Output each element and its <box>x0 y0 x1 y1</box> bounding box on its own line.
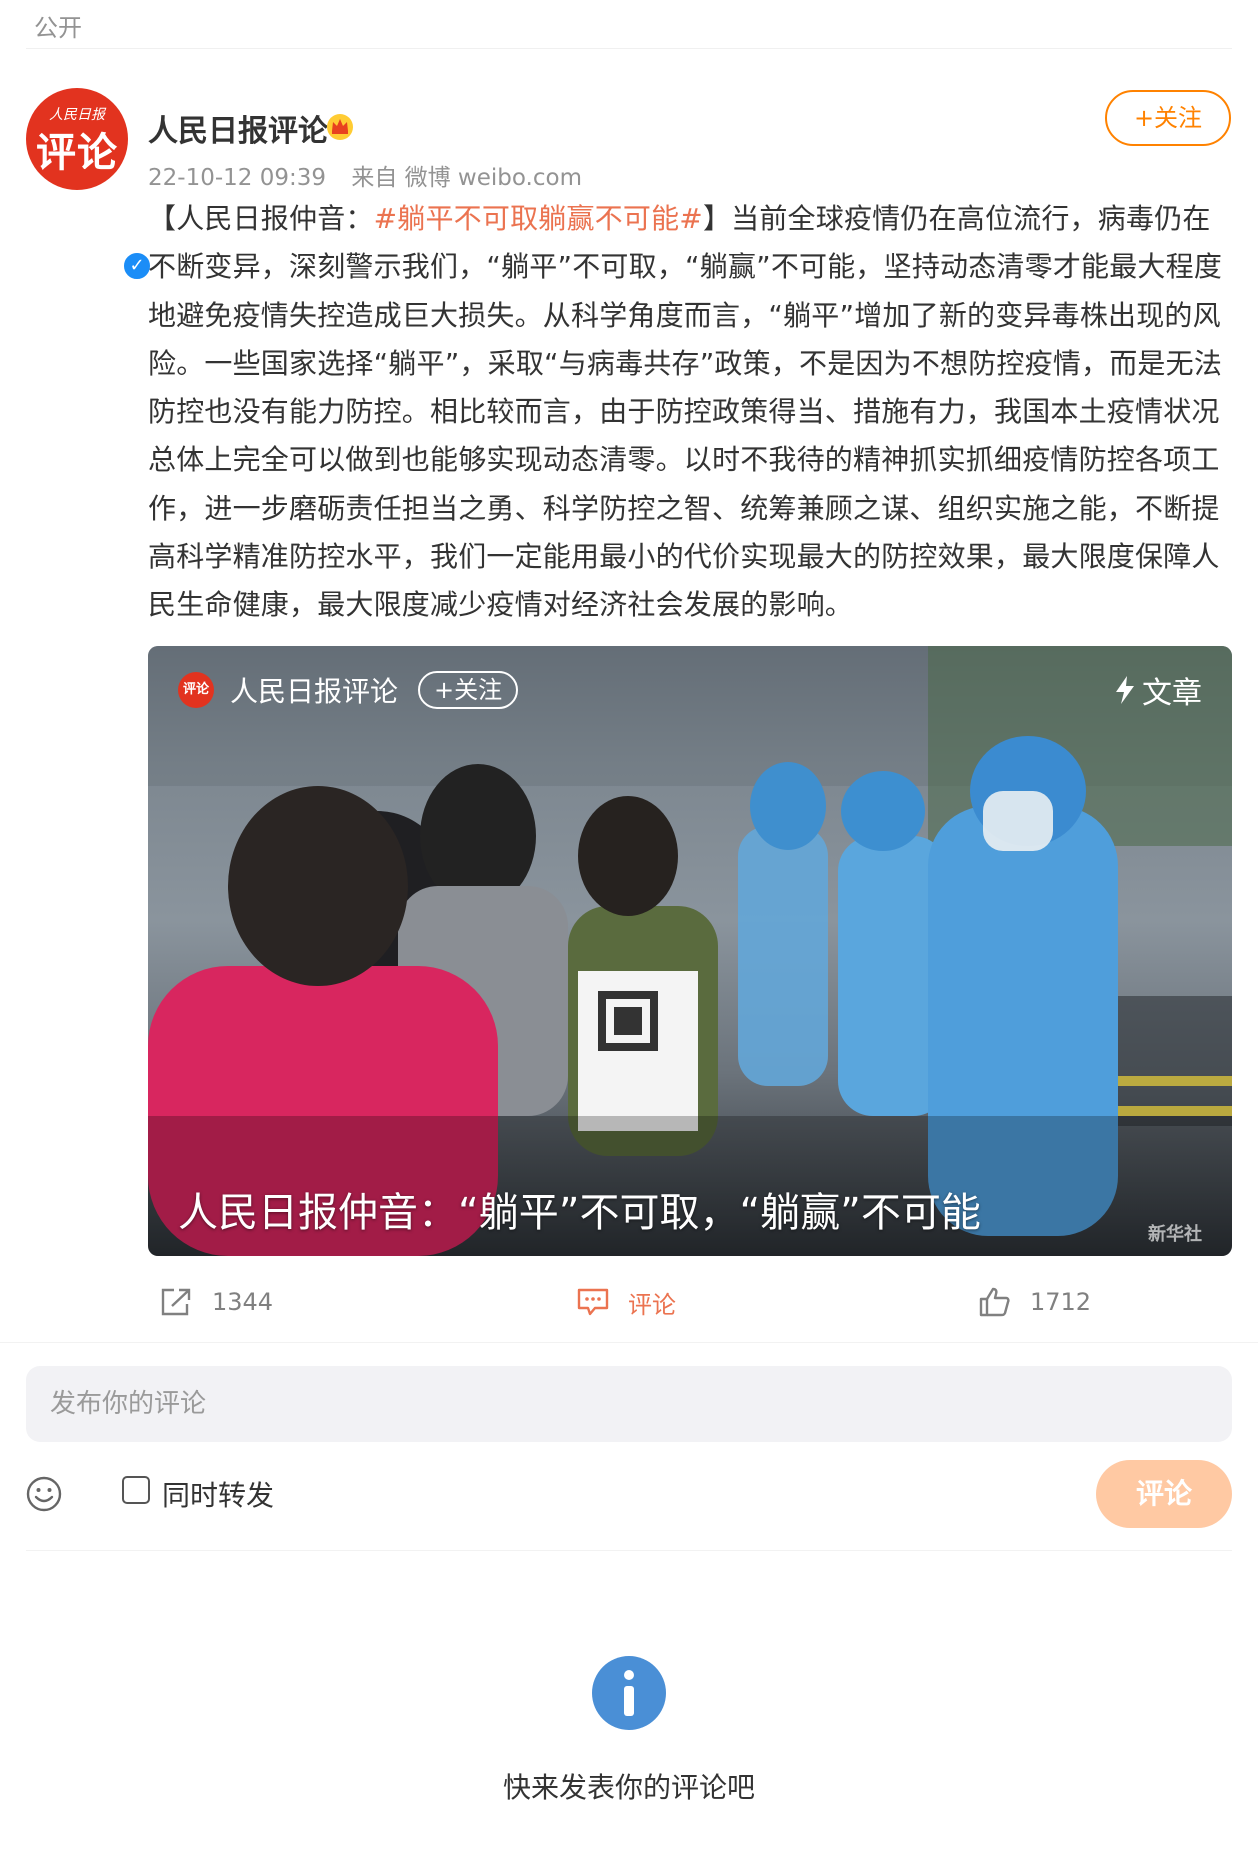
submit-comment-button[interactable]: 评论 <box>1096 1460 1232 1528</box>
article-card[interactable]: 评论 人民日报评论 +关注 文章 人民日报仲音：“躺平”不可取，“躺赢”不可能 … <box>148 646 1232 1256</box>
repost-checkbox-label[interactable]: 同时转发 <box>162 1474 274 1514</box>
post-source: 来自 微博 weibo.com <box>351 165 582 191</box>
card-header: 评论 人民日报评论 +关注 <box>178 668 519 712</box>
divider <box>26 1550 1232 1551</box>
follow-button[interactable]: +关注 <box>1105 90 1231 146</box>
thumbs-up-icon <box>979 1287 1010 1317</box>
card-author-name[interactable]: 人民日报评论 <box>230 670 398 710</box>
comment-label: 评论 <box>628 1290 676 1319</box>
post-date: 22-10-12 09:39 <box>148 165 326 191</box>
post-text-body: 】当前全球疫情仍在高位流行，病毒仍在不断变异，深刻警示我们，“躺平”不可取，“躺… <box>148 202 1223 622</box>
weibo-post-page: 公开 人民日报 评论 ✓ 人民日报评论 22-10-12 09:39 来自 微博… <box>0 0 1258 1872</box>
hashtag-link[interactable]: #躺平不可取躺赢不可能# <box>374 202 703 235</box>
card-follow-button[interactable]: +关注 <box>418 671 519 709</box>
repost-button[interactable]: 1344 <box>160 1282 273 1322</box>
visibility-label: 公开 <box>34 14 82 42</box>
comment-input[interactable] <box>26 1366 1232 1442</box>
comment-icon <box>577 1288 609 1316</box>
divider <box>26 48 1232 49</box>
article-type-label: 文章 <box>1142 676 1202 711</box>
lightning-icon <box>1116 676 1134 704</box>
post-text-prefix: 【人民日报仲音： <box>148 202 374 235</box>
repost-count: 1344 <box>212 1288 274 1316</box>
avatar-logo-text: 评论 <box>36 130 118 176</box>
emoji-icon[interactable] <box>26 1476 62 1512</box>
empty-comments-message: 快来发表你的评论吧 <box>502 1771 755 1804</box>
article-type-badge: 文章 <box>1114 668 1202 712</box>
share-icon <box>161 1288 191 1316</box>
author-avatar[interactable]: 人民日报 评论 ✓ <box>26 88 153 282</box>
comment-button[interactable]: 评论 <box>576 1282 676 1322</box>
card-author-avatar[interactable]: 评论 <box>178 672 214 708</box>
repost-checkbox[interactable] <box>122 1476 150 1504</box>
author-name[interactable]: 人民日报评论 <box>148 106 328 150</box>
article-title: 人民日报仲音：“躺平”不可取，“躺赢”不可能 <box>178 1190 981 1236</box>
crown-icon <box>327 114 353 140</box>
like-button[interactable]: 1712 <box>978 1282 1091 1322</box>
post-text: 【人民日报仲音：#躺平不可取躺赢不可能#】当前全球疫情仍在高位流行，病毒仍在不断… <box>148 195 1232 630</box>
image-watermark: 新华社 <box>1148 1224 1202 1245</box>
article-cover-image <box>148 646 1232 1256</box>
like-count: 1712 <box>1030 1288 1092 1316</box>
divider <box>0 1342 1258 1343</box>
info-icon <box>592 1656 666 1730</box>
post-meta: 22-10-12 09:39 来自 微博 weibo.com <box>148 158 600 192</box>
